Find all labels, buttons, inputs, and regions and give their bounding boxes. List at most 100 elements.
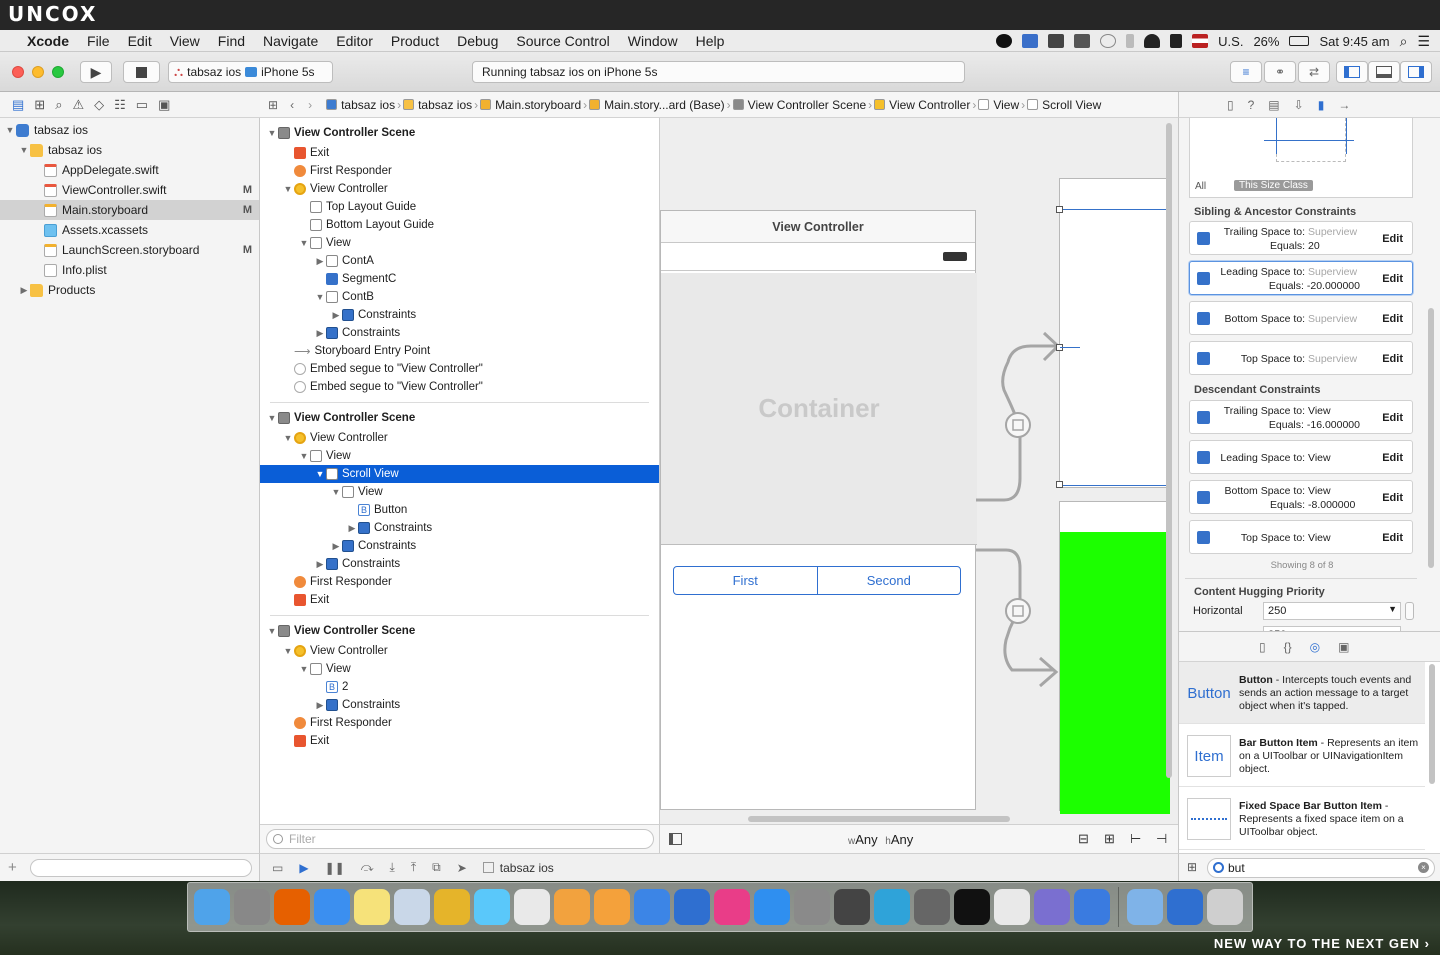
constraint-card[interactable]: Bottom Space to: View Equals: -8.000000 Ed… bbox=[1189, 480, 1413, 514]
outline-row[interactable]: B2 bbox=[260, 678, 659, 696]
project-navigator-icon[interactable]: ▤ bbox=[12, 97, 24, 113]
jump-bar-crumb[interactable]: View Controller bbox=[874, 98, 970, 112]
library-item[interactable]: Item Bar Button Item - Represents an item… bbox=[1179, 725, 1425, 787]
media-library-icon[interactable]: ▣ bbox=[1338, 640, 1349, 654]
step-into-icon[interactable]: ⤓ bbox=[390, 860, 395, 875]
disclosure-right-icon[interactable]: ▶ bbox=[314, 559, 326, 570]
disclosure-right-icon[interactable]: ▶ bbox=[330, 310, 342, 321]
wifi-icon[interactable] bbox=[1144, 34, 1161, 48]
disclosure-right-icon[interactable]: ▶ bbox=[314, 328, 326, 339]
finder-icon[interactable] bbox=[194, 889, 230, 925]
folder-icon[interactable] bbox=[1127, 889, 1163, 925]
clear-search-icon[interactable]: × bbox=[1418, 862, 1429, 873]
xcode-icon[interactable] bbox=[674, 889, 710, 925]
telegram-icon[interactable] bbox=[874, 889, 910, 925]
scheme-selector[interactable]: ⛬ tabsaz ios iPhone 5s bbox=[168, 61, 333, 83]
navigator-item[interactable]: LaunchScreen.storyboard M bbox=[0, 240, 259, 260]
outline-row[interactable]: ▼ View bbox=[260, 660, 659, 678]
horizontal-priority-field[interactable]: 250 ▼ bbox=[1263, 602, 1401, 620]
breakpoints-toggle-icon[interactable]: ▶ bbox=[299, 861, 308, 875]
identity-inspector-icon[interactable]: ▤ bbox=[1268, 98, 1279, 112]
launchpad-icon[interactable] bbox=[234, 889, 270, 925]
close-window-button[interactable] bbox=[12, 66, 24, 78]
add-file-icon[interactable]: + bbox=[8, 859, 17, 876]
outline-scene-header[interactable]: ▼ View Controller Scene bbox=[260, 620, 659, 642]
size-inspector-icon[interactable]: ▮ bbox=[1318, 98, 1325, 112]
outline-row[interactable]: ▼ ContB bbox=[260, 288, 659, 306]
horizontal-stepper[interactable] bbox=[1405, 602, 1414, 620]
navigator-item[interactable]: ▶ Products bbox=[0, 280, 259, 300]
pages-icon[interactable] bbox=[594, 889, 630, 925]
outline-row[interactable]: B Button bbox=[260, 501, 659, 519]
outline-scene-header[interactable]: ▼ View Controller Scene bbox=[260, 407, 659, 429]
disclosure-down-icon[interactable]: ▼ bbox=[282, 646, 294, 656]
navigator-item[interactable]: ▼ tabsaz ios bbox=[0, 140, 259, 160]
library-item[interactable]: Fixed Space Bar Button Item - Represents… bbox=[1179, 788, 1425, 850]
outline-row[interactable]: First Responder bbox=[260, 162, 659, 180]
outline-row[interactable]: Bottom Layout Guide bbox=[260, 216, 659, 234]
disclosure-down-icon[interactable]: ▼ bbox=[266, 626, 278, 636]
disclosure-down-icon[interactable]: ▼ bbox=[314, 469, 326, 479]
inspector-scrollbar[interactable] bbox=[1428, 308, 1434, 568]
edit-constraint-button[interactable]: Edit bbox=[1382, 412, 1403, 424]
find-navigator-icon[interactable]: ⌕ bbox=[55, 97, 62, 113]
java-icon-2[interactable] bbox=[994, 889, 1030, 925]
outline-row[interactable]: Embed segue to "View Controller" bbox=[260, 378, 659, 396]
library-scrollbar[interactable] bbox=[1429, 664, 1435, 784]
jump-bar-crumb[interactable]: Main.story...ard (Base) bbox=[589, 98, 725, 112]
jump-bar-crumb[interactable]: View bbox=[978, 98, 1019, 112]
outline-row[interactable]: ▶ Constraints bbox=[260, 306, 659, 324]
outline-row[interactable]: ▼ Scroll View bbox=[260, 465, 659, 483]
status-icon-1[interactable] bbox=[996, 34, 1013, 48]
java-icon[interactable] bbox=[514, 889, 550, 925]
bluetooth-icon[interactable] bbox=[1126, 34, 1135, 48]
clock[interactable]: Sat 9:45 am bbox=[1319, 34, 1389, 49]
document-outline-toggle-icon[interactable] bbox=[669, 833, 682, 845]
outline-row[interactable]: ▶ Constraints bbox=[260, 519, 659, 537]
outline-filter-field[interactable]: Filter bbox=[266, 829, 654, 849]
outline-row[interactable]: First Responder bbox=[260, 573, 659, 591]
disclosure-down-icon[interactable]: ▼ bbox=[298, 238, 310, 248]
disclosure-down-icon[interactable]: ▼ bbox=[282, 184, 294, 194]
file-inspector-icon[interactable]: ▯ bbox=[1227, 98, 1234, 112]
resize-handle-top[interactable] bbox=[1056, 206, 1063, 213]
stop-button[interactable] bbox=[123, 61, 160, 83]
constraint-card[interactable]: Trailing Space to: Superview Equals: 20 Ed… bbox=[1189, 221, 1413, 255]
breakpoint-navigator-icon[interactable]: ▭ bbox=[136, 97, 148, 113]
edit-constraint-button[interactable]: Edit bbox=[1382, 532, 1403, 544]
pin-icon[interactable]: ⊢ bbox=[1130, 831, 1141, 847]
container-view-a[interactable]: Container bbox=[661, 273, 977, 545]
test-navigator-icon[interactable]: ◇ bbox=[94, 97, 104, 113]
chrome-icon[interactable] bbox=[434, 889, 470, 925]
constraint-card[interactable]: Top Space to: View Edit bbox=[1189, 520, 1413, 554]
issue-navigator-icon[interactable]: ⚠ bbox=[72, 97, 84, 113]
size-class-control[interactable]: wAny hAny bbox=[848, 832, 913, 847]
outline-row[interactable]: ▶ Constraints bbox=[260, 555, 659, 573]
outline-row[interactable]: Top Layout Guide bbox=[260, 198, 659, 216]
grid-view-icon[interactable]: ⊞ bbox=[1187, 860, 1197, 874]
outline-scene-header[interactable]: ▼ View Controller Scene bbox=[260, 122, 659, 144]
align-icon[interactable]: ⊞ bbox=[1104, 831, 1115, 847]
disclosure-down-icon[interactable]: ▼ bbox=[330, 487, 342, 497]
outline-row[interactable]: SegmentC bbox=[260, 270, 659, 288]
system-preferences-icon[interactable] bbox=[794, 889, 830, 925]
size-class-all-tab[interactable]: All bbox=[1195, 181, 1206, 192]
disclosure-right-icon[interactable]: ▶ bbox=[18, 285, 30, 296]
preview-icon[interactable] bbox=[394, 889, 430, 925]
menu-window[interactable]: Window bbox=[619, 33, 687, 49]
connections-inspector-icon[interactable]: → bbox=[1338, 98, 1350, 112]
trash-icon[interactable] bbox=[1207, 889, 1243, 925]
view-debugger-icon[interactable]: ⧉ bbox=[432, 860, 441, 875]
menu-app-name[interactable]: Xcode bbox=[18, 33, 78, 49]
view-controller-scene[interactable]: View Controller Container First Second bbox=[660, 210, 977, 810]
quick-help-icon[interactable]: ? bbox=[1248, 98, 1255, 112]
outline-row[interactable]: ▶ ContA bbox=[260, 252, 659, 270]
outline-row[interactable]: Embed segue to "View Controller" bbox=[260, 360, 659, 378]
symbol-navigator-icon[interactable]: ⊞ bbox=[34, 97, 45, 113]
time-machine-icon[interactable] bbox=[1100, 34, 1117, 48]
object-library-icon[interactable]: ◎ bbox=[1310, 640, 1320, 654]
input-source-label[interactable]: U.S. bbox=[1218, 34, 1243, 49]
outline-row[interactable]: Exit bbox=[260, 732, 659, 750]
menu-file[interactable]: File bbox=[78, 33, 119, 49]
step-over-icon[interactable]: ⤼ bbox=[361, 860, 374, 875]
